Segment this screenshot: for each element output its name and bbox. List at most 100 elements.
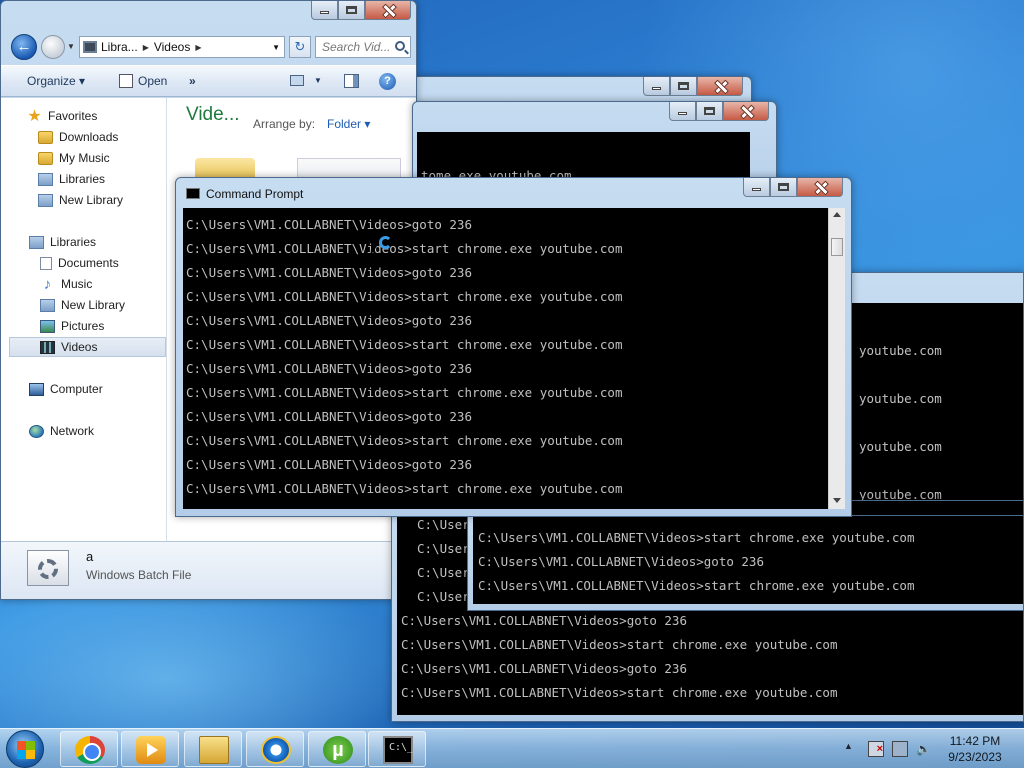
sidebar-label: Pictures xyxy=(61,319,105,333)
console-output[interactable]: C:\Users\VM1.COLLABNET\Videos>goto 236 C… xyxy=(183,208,828,509)
sidebar-label: Computer xyxy=(50,382,103,396)
chevron-right-icon[interactable]: ▶ xyxy=(195,43,201,52)
console-line: C:\Users\VM1.COLLABNET\Videos>start chro… xyxy=(186,433,623,448)
show-hidden-icons[interactable]: ▲ xyxy=(844,741,860,757)
network-tray-icon[interactable] xyxy=(892,741,908,757)
scroll-down-icon[interactable] xyxy=(833,498,841,503)
cmd-window-middle[interactable]: C:\Users\VM1.COLLABNET\Videos>start chro… xyxy=(467,515,1024,611)
video-icon xyxy=(40,340,55,354)
clock-time: 11:42 PM xyxy=(949,734,1001,748)
sidebar-label: My Music xyxy=(59,151,110,165)
preview-pane-icon[interactable] xyxy=(344,74,359,88)
close-button[interactable] xyxy=(797,178,843,197)
cmd-icon xyxy=(186,188,200,199)
windows-logo-icon xyxy=(17,741,35,759)
chevron-right-icon[interactable]: ▶ xyxy=(143,43,149,52)
refresh-icon[interactable]: ↻ xyxy=(289,36,311,58)
console-line: C:\Users\VM1.COLLABNET\Videos>goto 236 xyxy=(186,409,472,424)
search-icon[interactable] xyxy=(395,41,405,51)
taskbar-media-center[interactable] xyxy=(121,731,179,767)
help-icon[interactable]: ? xyxy=(379,73,396,90)
sidebar-item-videos[interactable]: Videos xyxy=(9,337,166,357)
console-line: C:\Users\VM1.COLLABNET\Videos>start chro… xyxy=(186,481,623,496)
sidebar-label: Network xyxy=(50,424,95,438)
sidebar-label: Videos xyxy=(61,340,98,354)
taskbar-explorer[interactable] xyxy=(184,731,242,767)
folder-thumbnail[interactable] xyxy=(195,158,255,178)
taskbar: µ C:\_ ▲ × 🔈 11:42 PM 9/23/2023 xyxy=(0,728,1024,768)
more-commands-button[interactable]: » xyxy=(189,74,196,88)
command-bar: Organize ▾ Open » ▼ ? xyxy=(1,65,416,97)
taskbar-internet-explorer[interactable] xyxy=(246,731,304,767)
console-line: youtube.com xyxy=(859,439,942,454)
minimize-button[interactable] xyxy=(311,1,338,20)
busy-spinner-icon xyxy=(379,236,392,249)
sidebar-label: Favorites xyxy=(48,109,98,123)
organize-label: Organize xyxy=(27,74,76,88)
folder-icon xyxy=(38,151,53,165)
sidebar-label: Documents xyxy=(58,256,119,270)
sidebar-label: New Library xyxy=(59,193,124,207)
minimize-button[interactable] xyxy=(743,178,770,197)
open-icon[interactable] xyxy=(119,74,133,88)
address-dropdown-icon[interactable]: ▼ xyxy=(272,43,280,52)
action-center-flag-icon[interactable]: × xyxy=(868,741,884,757)
close-button[interactable] xyxy=(365,1,411,20)
open-button[interactable]: Open xyxy=(138,74,167,88)
arrange-value: Folder xyxy=(327,117,362,131)
console-line: C:\Users\VM1.COLLABNET\Videos>goto 236 xyxy=(401,613,687,628)
sidebar-label: Libraries xyxy=(50,235,97,249)
breadcrumb-libraries[interactable]: Libra... xyxy=(101,40,138,54)
taskbar-chrome[interactable] xyxy=(60,731,118,767)
scroll-up-icon[interactable] xyxy=(833,212,841,217)
address-bar[interactable]: Libra... ▶ Videos ▶ ▼ xyxy=(79,36,285,58)
taskbar-command-prompt[interactable]: C:\_ xyxy=(368,731,426,767)
start-button[interactable] xyxy=(6,730,44,768)
sidebar-label: Music xyxy=(61,277,93,291)
organize-button[interactable]: Organize ▾ xyxy=(27,74,85,88)
volume-muted-icon[interactable]: 🔈 xyxy=(916,741,932,757)
explorer-icon xyxy=(199,736,229,764)
search-placeholder: Search Vid... xyxy=(322,40,391,54)
maximize-button[interactable] xyxy=(696,102,723,121)
breadcrumb-videos[interactable]: Videos xyxy=(154,40,190,54)
console-line: C:\Users\VM1.COLLABNET\Videos>start chro… xyxy=(186,385,623,400)
navigation-pane: ★ Favorites Downloads My Music Libraries … xyxy=(1,98,167,541)
chrome-icon xyxy=(75,736,105,764)
maximize-button[interactable] xyxy=(338,1,365,20)
computer-icon xyxy=(29,382,44,396)
video-folder-icon xyxy=(83,41,97,53)
console-line: C:\Users\VM1.COLLABNET\Videos>start chro… xyxy=(478,578,915,593)
cmd-window-right[interactable]: youtube.com youtube.com youtube.com yout… xyxy=(846,272,1024,522)
forward-arrow-icon[interactable] xyxy=(41,35,65,59)
close-button[interactable] xyxy=(723,102,769,121)
console-line: C:\Users\VM1.COLLABNET\Videos>start chro… xyxy=(186,289,623,304)
media-center-icon xyxy=(136,736,166,764)
history-dropdown-icon[interactable]: ▼ xyxy=(67,42,75,51)
cmd-window-main[interactable]: Command Prompt C:\Users\VM1.COLLABNET\Vi… xyxy=(175,177,852,517)
view-dropdown-icon[interactable]: ▼ xyxy=(314,76,322,85)
arrange-by-dropdown[interactable]: Folder ▾ xyxy=(327,117,370,131)
pictures-icon xyxy=(40,319,55,333)
back-arrow-icon[interactable]: ← xyxy=(11,34,37,60)
command-prompt-icon: C:\_ xyxy=(383,736,413,764)
taskbar-utorrent[interactable]: µ xyxy=(308,731,366,767)
minimize-button[interactable] xyxy=(669,102,696,121)
system-clock[interactable]: 11:42 PM 9/23/2023 xyxy=(934,733,1016,765)
console-line: C:\Users\VM1.COLLABNET\Videos>start chro… xyxy=(186,241,623,256)
scroll-thumb[interactable] xyxy=(831,238,843,256)
console-line: C:\Users\VM1.COLLABNET\Videos>goto 236 xyxy=(186,313,472,328)
change-view-icon[interactable] xyxy=(290,75,304,86)
sidebar-label: New Library xyxy=(61,298,126,312)
arrange-by-label: Arrange by: xyxy=(253,117,316,131)
maximize-button[interactable] xyxy=(770,178,797,197)
sidebar-label: Libraries xyxy=(59,172,106,186)
search-input[interactable]: Search Vid... xyxy=(315,36,411,58)
console-line: C:\Users\VM1.COLLABNET\Videos>goto 236 xyxy=(401,661,687,676)
network-icon xyxy=(29,424,44,438)
vertical-scrollbar[interactable] xyxy=(828,208,845,509)
selected-file-type: Windows Batch File xyxy=(86,568,192,582)
sidebar-label: Downloads xyxy=(59,130,119,144)
music-note-icon: ♪ xyxy=(43,275,52,293)
utorrent-icon: µ xyxy=(323,736,353,764)
